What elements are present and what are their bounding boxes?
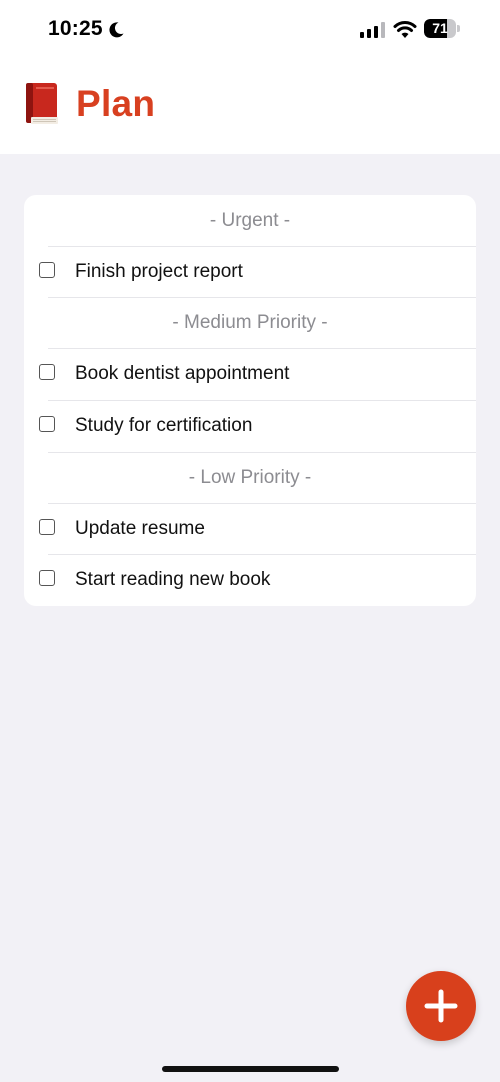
battery-indicator: 71 xyxy=(424,19,460,38)
page-title: Plan xyxy=(76,83,156,124)
task-row[interactable]: Start reading new book xyxy=(24,554,476,605)
battery-level: 71 xyxy=(432,20,448,36)
add-task-button[interactable] xyxy=(406,971,476,1041)
task-checkbox[interactable] xyxy=(39,262,55,278)
task-label: Update resume xyxy=(75,518,205,539)
wifi-icon xyxy=(393,21,417,38)
status-time: 10:25 xyxy=(48,17,103,40)
section-header-label: - Low Priority - xyxy=(188,467,312,488)
section-header-urgent: - Urgent - xyxy=(209,210,291,231)
task-checkbox[interactable] xyxy=(39,364,55,380)
moon-icon xyxy=(109,22,124,38)
section-header-medium-priority: - Medium Priority - xyxy=(24,297,476,348)
task-checkbox[interactable] xyxy=(39,570,55,586)
task-row[interactable]: Book dentist appointment xyxy=(24,348,476,399)
top-bar: 10:25 71 Plan xyxy=(0,0,500,154)
task-label: Start reading new book xyxy=(75,569,271,590)
task-row[interactable]: Update resume xyxy=(24,503,476,554)
task-label: Book dentist appointment xyxy=(75,363,290,384)
task-list: - Urgent - Finish project report - Mediu… xyxy=(24,195,476,606)
task-row[interactable]: Finish project report xyxy=(24,246,476,297)
book-icon xyxy=(26,83,58,124)
section-header-label: - Medium Priority - xyxy=(172,312,328,333)
task-label: Finish project report xyxy=(75,261,243,282)
task-label: Study for certification xyxy=(75,415,253,436)
plus-icon xyxy=(424,989,458,1023)
task-row[interactable]: Study for certification xyxy=(24,400,476,451)
cellular-signal-icon xyxy=(360,22,385,38)
task-checkbox[interactable] xyxy=(39,519,55,535)
status-bar: 10:25 71 xyxy=(0,0,500,60)
task-checkbox[interactable] xyxy=(39,416,55,432)
header: Plan xyxy=(22,78,155,130)
section-header-low-priority: - Low Priority - xyxy=(24,452,476,503)
home-indicator[interactable] xyxy=(162,1066,339,1072)
